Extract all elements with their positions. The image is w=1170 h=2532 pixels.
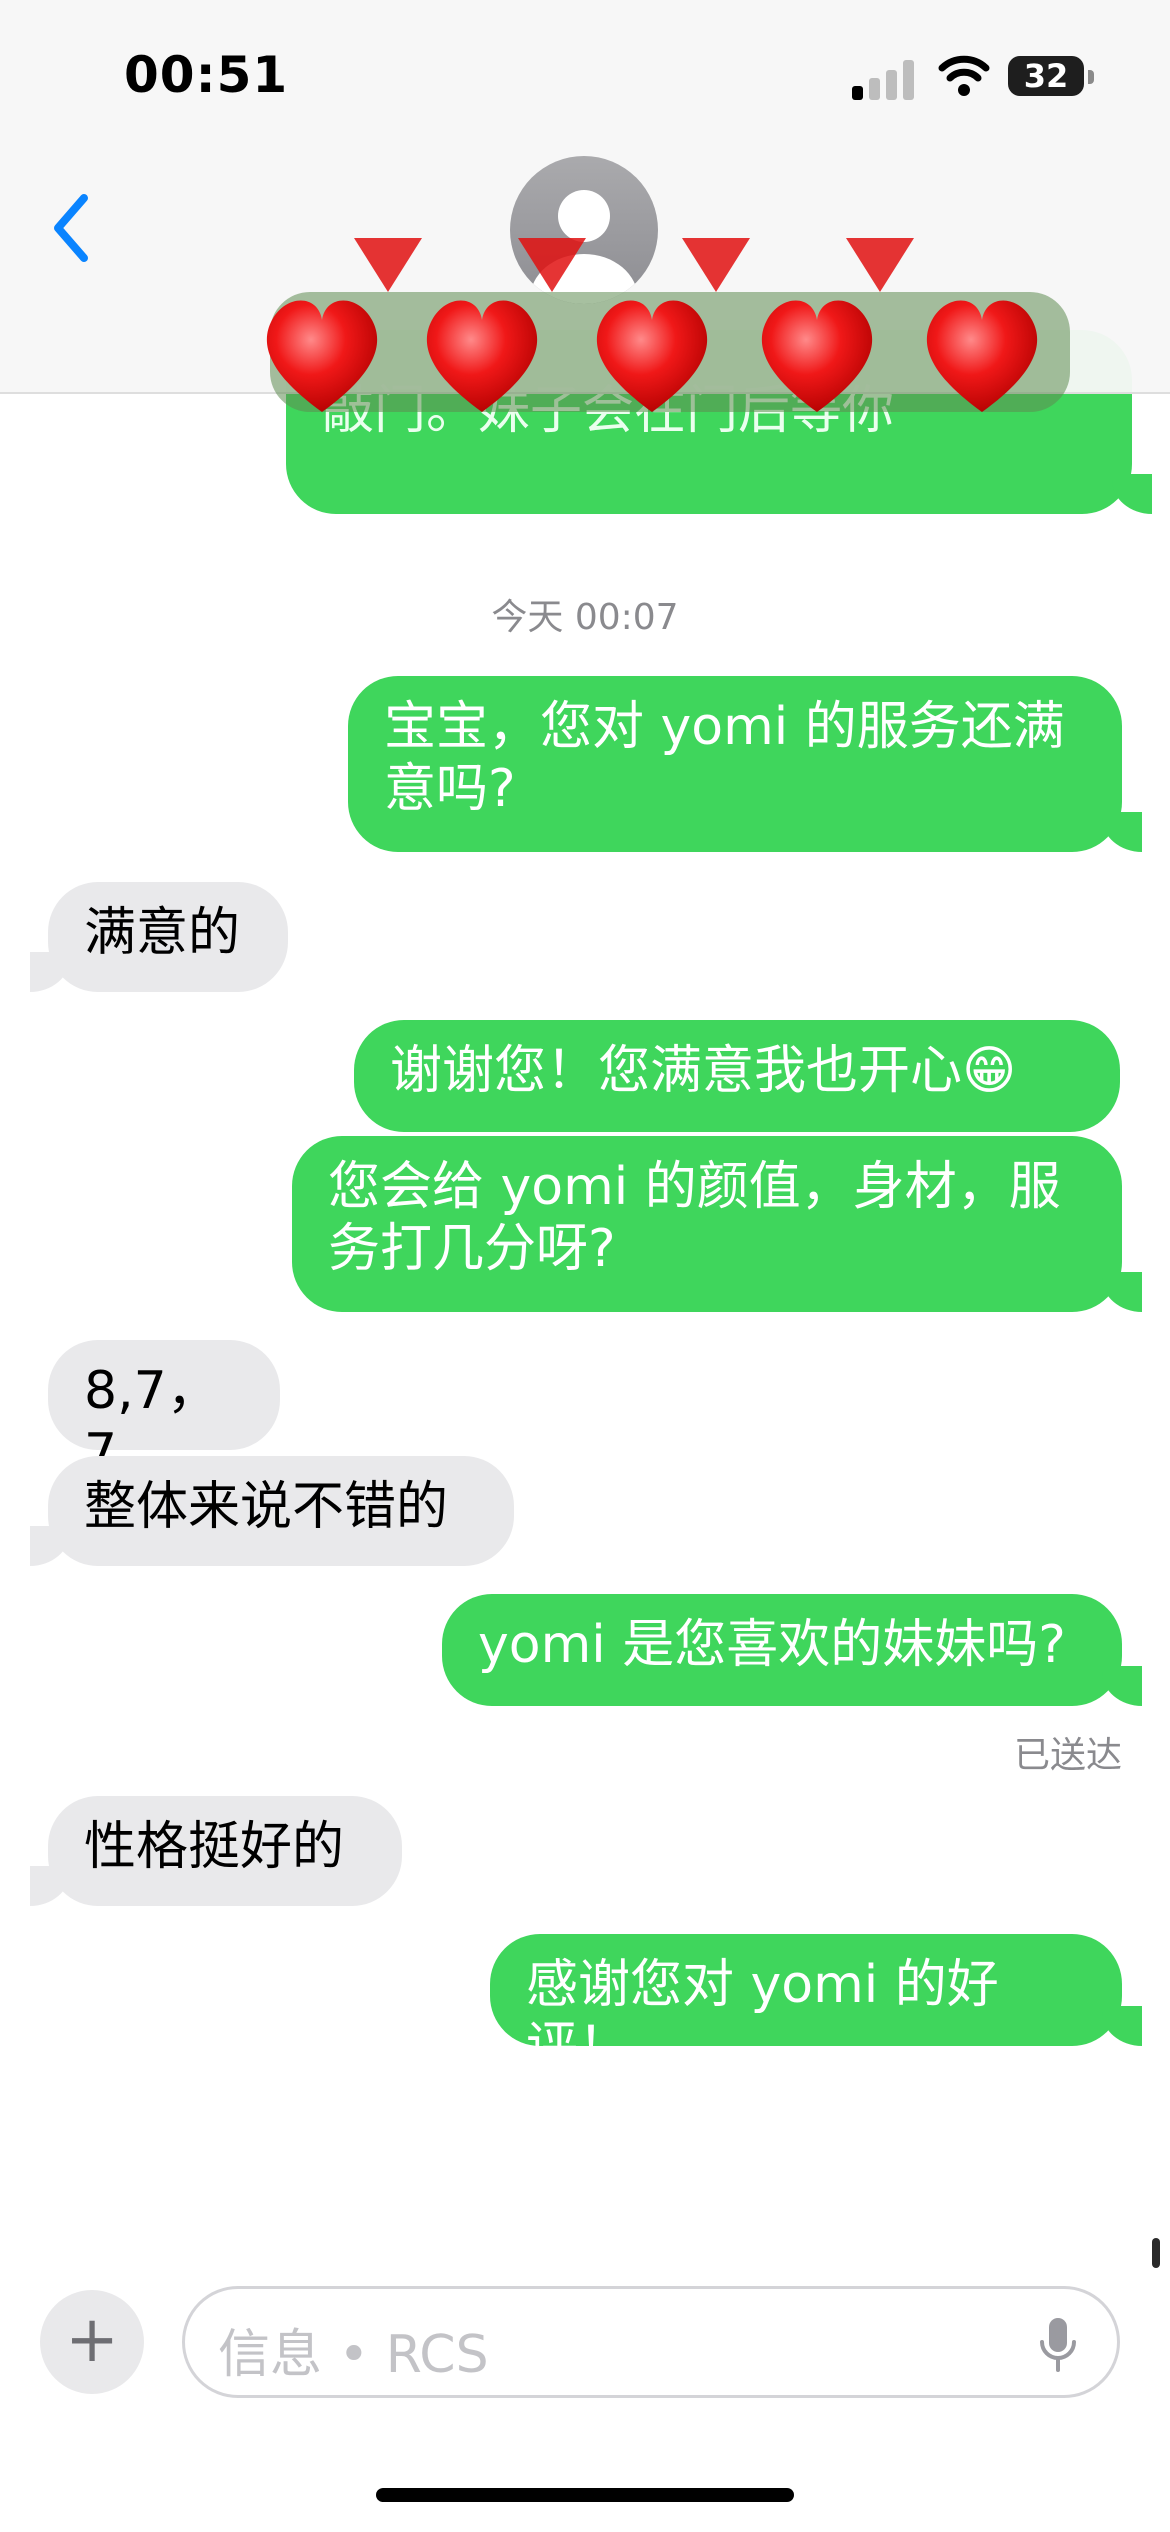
- outgoing-message[interactable]: 谢谢您！您满意我也开心😁: [354, 1020, 1120, 1132]
- message-text: 感谢您对 yomi 的好评！: [526, 1955, 999, 2077]
- message-input-placeholder: 信息 • RCS: [218, 2325, 489, 2385]
- battery-icon: 32: [1008, 56, 1084, 96]
- message-timestamp: 今天 00:07: [491, 597, 679, 638]
- scroll-indicator[interactable]: [1152, 2238, 1160, 2268]
- microphone-icon[interactable]: [1036, 2316, 1080, 2374]
- outgoing-message[interactable]: yomi 是您喜欢的妹妹吗?: [442, 1594, 1122, 1706]
- delivered-status: 已送达: [1013, 1735, 1122, 1776]
- wifi-icon: [938, 55, 990, 96]
- heart-sticker-overlay: [266, 238, 1070, 412]
- outgoing-message[interactable]: 您会给 yomi 的颜值，身材，服务打几分呀?: [292, 1136, 1122, 1312]
- message-text: 您会给 yomi 的颜值，身材，服务打几分呀?: [328, 1157, 1061, 1279]
- chevron-left-icon[interactable]: [44, 186, 100, 270]
- incoming-message[interactable]: 满意的: [48, 882, 288, 992]
- message-text: 谢谢您！您满意我也开心😁: [390, 1041, 1017, 1101]
- message-text: yomi 是您喜欢的妹妹吗?: [478, 1615, 1066, 1675]
- message-text: 整体来说不错的: [84, 1477, 449, 1537]
- message-text: 宝宝，您对 yomi 的服务还满意吗?: [384, 697, 1065, 819]
- message-text: 满意的: [84, 903, 241, 963]
- incoming-message[interactable]: 整体来说不错的: [48, 1456, 514, 1566]
- message-text: 性格挺好的: [84, 1817, 345, 1877]
- incoming-message[interactable]: 性格挺好的: [48, 1796, 402, 1906]
- home-indicator: [376, 2488, 794, 2502]
- outgoing-message[interactable]: 宝宝，您对 yomi 的服务还满意吗?: [348, 676, 1122, 852]
- status-time: 00:51: [124, 46, 289, 104]
- cellular-signal-icon: [852, 56, 914, 100]
- battery-nub: [1088, 70, 1094, 84]
- outgoing-message[interactable]: 感谢您对 yomi 的好评！: [490, 1934, 1122, 2077]
- add-attachment-button[interactable]: +: [40, 2290, 144, 2394]
- incoming-message[interactable]: 8,7，7: [48, 1340, 280, 1483]
